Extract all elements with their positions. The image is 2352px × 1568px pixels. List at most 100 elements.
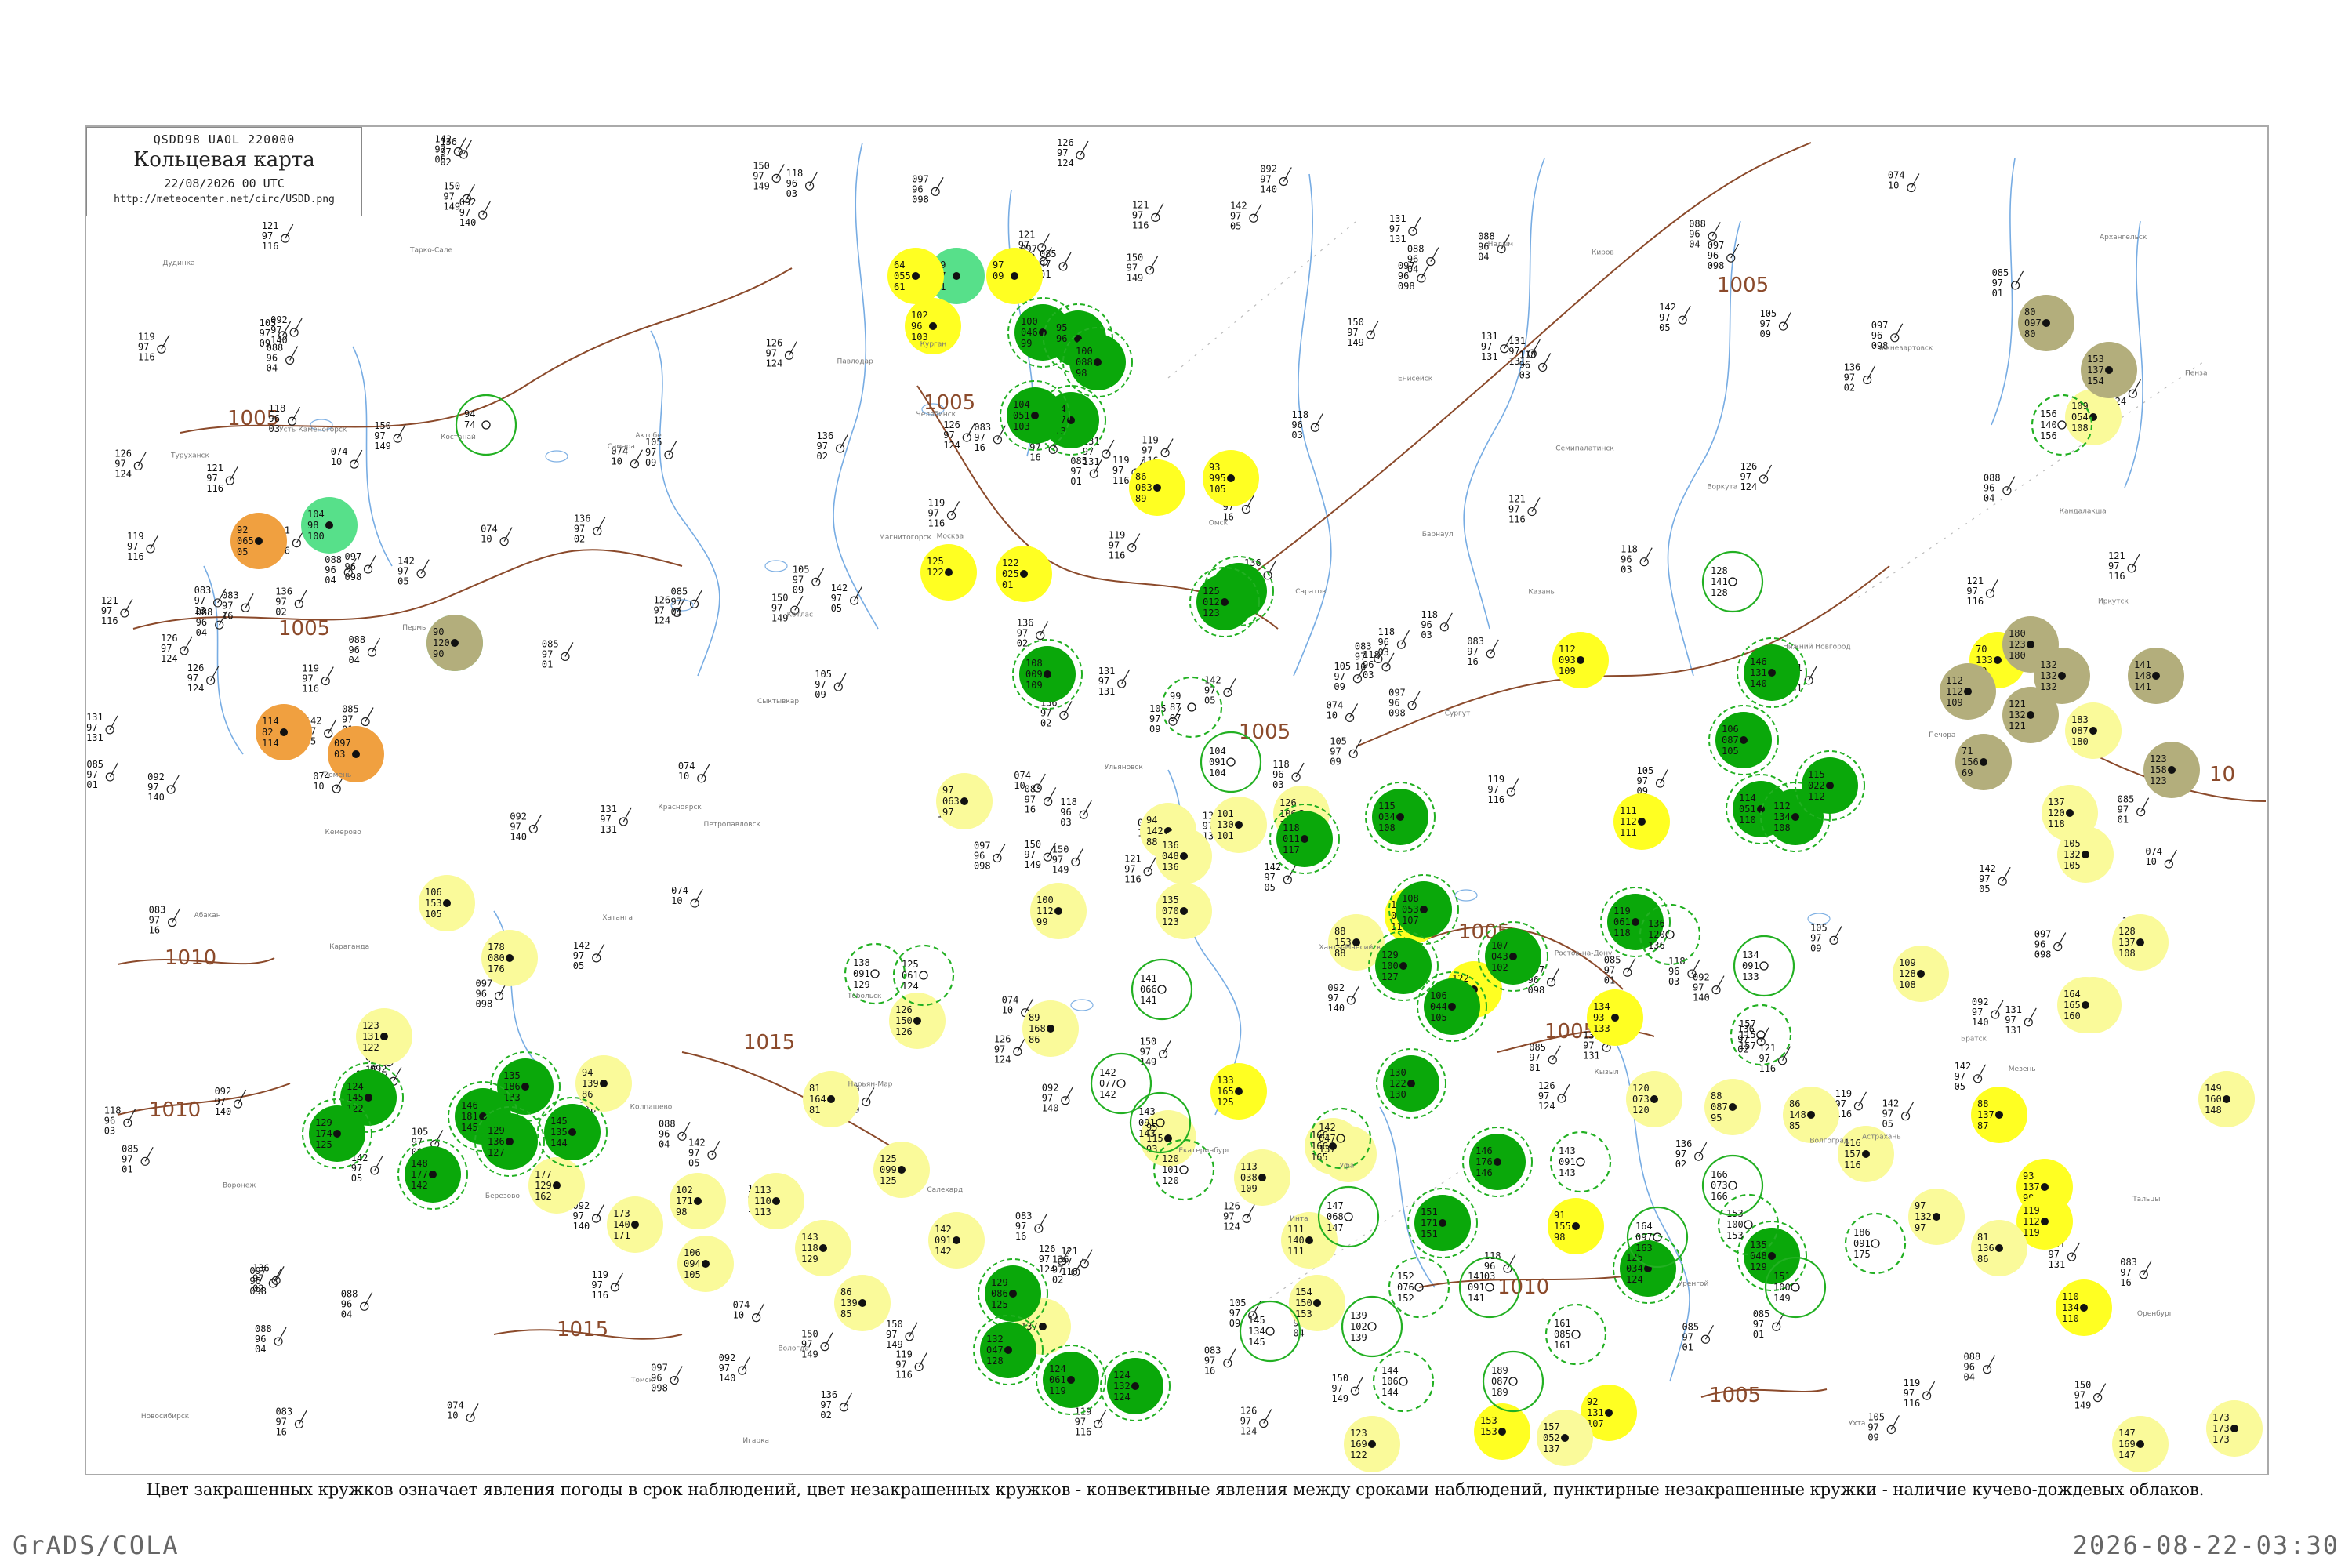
station-plot[interactable]: 1369702	[1844, 362, 1876, 394]
station-plot[interactable]: 0839716	[149, 905, 181, 936]
station-marker-olive[interactable]: 132132132	[2034, 648, 2090, 704]
station-marker-light-yellow[interactable]: 135070123	[1156, 883, 1212, 939]
station-plot[interactable]: 0889604	[659, 1118, 691, 1149]
station-plot[interactable]: 0889604	[267, 343, 299, 374]
station-marker-rain[interactable]: 106044105	[1417, 971, 1487, 1042]
station-marker-yellow[interactable]: 125122	[920, 544, 977, 601]
station-plot[interactable]: 1429705	[1659, 302, 1691, 333]
station-marker-olive[interactable]: 112112109	[1940, 663, 1996, 720]
station-marker-light-yellow[interactable]: 8113686	[1971, 1220, 2027, 1276]
station-plot[interactable]: 1429705	[831, 583, 863, 614]
station-marker-convective[interactable]: 143091143	[1549, 1131, 1612, 1193]
station-marker-rain[interactable]: 124132124	[1100, 1351, 1171, 1421]
station-plot[interactable]: 1429705	[1955, 1061, 1987, 1092]
station-marker-rain[interactable]: 130122130	[1376, 1048, 1446, 1119]
station-plot[interactable]: 1429705	[1882, 1098, 1915, 1130]
station-plot[interactable]: 12197116	[101, 595, 133, 626]
station-plot[interactable]: 07410	[2145, 846, 2177, 869]
station-marker-rain[interactable]: 115022112	[1795, 750, 1865, 821]
station-plot[interactable]: 1059709	[1330, 735, 1362, 767]
station-marker-rain[interactable]: 129100127	[1368, 931, 1439, 1001]
station-plot[interactable]: 12697124	[994, 1033, 1026, 1065]
station-plot[interactable]: 0889604	[1964, 1352, 1996, 1383]
station-marker-light-yellow[interactable]: 113038109	[1234, 1149, 1290, 1206]
station-plot[interactable]: 13197131	[1389, 213, 1421, 245]
station-plot[interactable]: 12197116	[1508, 494, 1541, 525]
station-marker-yellow[interactable]: 9115598	[1548, 1198, 1604, 1254]
station-plot[interactable]: 12697124	[1740, 461, 1773, 492]
station-plot[interactable]: 1429705	[397, 556, 430, 587]
station-plot[interactable]: 09796098	[651, 1363, 683, 1394]
station-plot[interactable]: 0889604	[1984, 473, 2016, 504]
station-marker-light-yellow[interactable]: 136048136	[1156, 828, 1212, 884]
station-marker-yellow[interactable]: 8813787	[1971, 1087, 2027, 1143]
station-plot[interactable]: 1369702	[817, 430, 849, 462]
station-marker-light-yellow[interactable]: 173173173	[2206, 1400, 2263, 1457]
station-plot[interactable]: 15097149	[801, 1329, 833, 1360]
station-plot[interactable]: 07410	[447, 1399, 479, 1423]
station-marker-rain[interactable]: 129086125	[978, 1258, 1048, 1329]
station-plot[interactable]: 09297140	[1972, 996, 2004, 1028]
station-plot[interactable]: 09297140	[510, 811, 542, 842]
station-plot[interactable]: 09796098	[1388, 688, 1421, 719]
station-plot[interactable]: 11997116	[1835, 1088, 1867, 1120]
station-plot[interactable]: 1369702	[1017, 618, 1049, 649]
station-plot[interactable]: 11997116	[127, 531, 159, 562]
station-plot[interactable]: 09796098	[249, 1265, 281, 1297]
station-marker-light-green[interactable]: 10498100	[301, 497, 358, 554]
station-marker-rain[interactable]: 106087105	[1708, 705, 1779, 775]
station-plot[interactable]: 0839716	[1015, 1210, 1047, 1242]
station-marker-yellow[interactable]: 9709	[986, 248, 1043, 304]
station-plot[interactable]: 09297140	[573, 1200, 605, 1232]
station-marker-rain[interactable]: 132047128	[973, 1315, 1044, 1385]
station-plot[interactable]: 07410	[1888, 169, 1920, 193]
station-marker-olive[interactable]: 7115669	[1955, 734, 2012, 790]
station-plot[interactable]: 1369702	[440, 136, 472, 168]
station-plot[interactable]: 1059709	[1637, 765, 1669, 797]
station-marker-light-yellow[interactable]: 9706397	[936, 773, 993, 829]
station-plot[interactable]: 1189603	[1060, 797, 1092, 828]
station-marker-rain[interactable]: 135048129	[1737, 1221, 1807, 1291]
station-marker-convective[interactable]: 189087189	[1482, 1350, 1544, 1413]
station-plot[interactable]: 12197116	[262, 220, 294, 252]
station-plot[interactable]: 12697124	[1240, 1406, 1272, 1437]
station-plot[interactable]: 0859701	[1040, 249, 1072, 280]
station-plot[interactable]: 15097149	[1331, 1373, 1363, 1404]
station-marker-olive[interactable]: 153137154	[2081, 342, 2137, 398]
station-plot[interactable]: 15097149	[1140, 1036, 1172, 1068]
station-plot[interactable]: 11997116	[591, 1269, 623, 1301]
station-plot[interactable]: 11997116	[928, 497, 960, 528]
station-plot[interactable]: 13197131	[86, 712, 118, 743]
station-plot[interactable]: 13197131	[600, 804, 632, 835]
station-marker-light-yellow[interactable]: 106094105	[677, 1236, 734, 1292]
station-plot[interactable]: 1189603	[786, 168, 818, 199]
station-marker-light-yellow[interactable]: 123131122	[356, 1008, 412, 1065]
station-plot[interactable]: 0889604	[255, 1323, 287, 1355]
station-plot[interactable]: 13197131	[1481, 331, 1513, 362]
station-plot[interactable]: 0859701	[671, 586, 703, 617]
station-marker-light-yellow[interactable]: 154150153	[1289, 1275, 1345, 1331]
station-marker-yellow[interactable]: 8608389	[1129, 459, 1185, 516]
station-marker-convective[interactable]: 144106144	[1372, 1350, 1435, 1413]
station-plot[interactable]: 12697124	[766, 337, 798, 368]
station-marker-convective[interactable]: 186091175	[1844, 1212, 1907, 1275]
station-marker-olive[interactable]: 9012090	[426, 615, 483, 671]
map-area[interactable]: 1005 1005 1005 1005 1005 1005 1005 1010 1015 1015…	[85, 125, 2269, 1475]
station-plot[interactable]: 1429705	[351, 1152, 383, 1184]
station-marker-convective[interactable]: 145134145	[1239, 1300, 1301, 1363]
station-plot[interactable]: 0839716	[1025, 783, 1057, 815]
station-marker-yellow[interactable]: 12202501	[996, 546, 1052, 602]
station-marker-yellow[interactable]: 133165125	[1210, 1063, 1267, 1120]
station-plot[interactable]: 0839716	[275, 1406, 307, 1438]
station-marker-rain[interactable]: 129136127	[474, 1106, 545, 1177]
station-plot[interactable]: 0839716	[1204, 1345, 1236, 1377]
station-marker-light-yellow[interactable]: 9413986	[575, 1055, 632, 1112]
station-marker-olive[interactable]: 8009780	[2018, 295, 2074, 351]
station-plot[interactable]: 1429705	[688, 1137, 720, 1168]
station-plot[interactable]: 1189603	[1272, 759, 1305, 790]
station-marker-light-yellow[interactable]: 143118129	[795, 1220, 851, 1276]
station-plot[interactable]: 13197131	[2005, 1004, 2037, 1036]
station-plot[interactable]: 1059709	[1810, 922, 1842, 953]
station-plot[interactable]: 0859701	[1992, 267, 2024, 299]
station-plot[interactable]: 15097149	[1024, 839, 1056, 870]
